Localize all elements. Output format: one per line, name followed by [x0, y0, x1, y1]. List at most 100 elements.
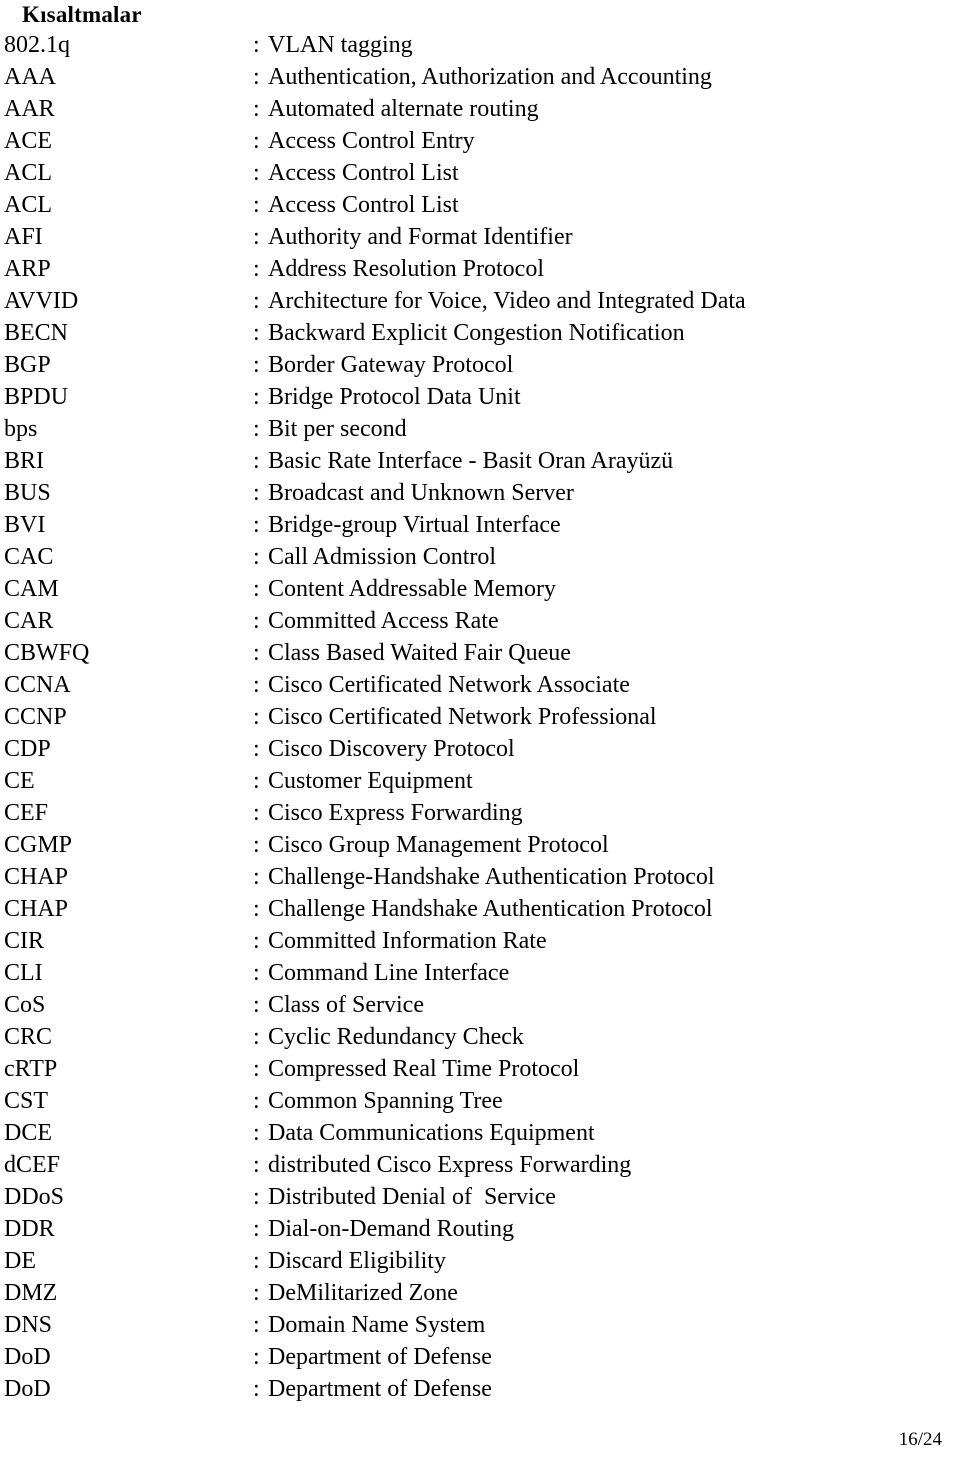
abbreviation-definition: Bridge Protocol Data Unit	[268, 384, 521, 410]
abbreviation-definition: Department of Defense	[268, 1344, 492, 1370]
abbreviation-row: DMZ: DeMilitarized Zone	[0, 1277, 960, 1309]
abbreviation-term: BRI	[4, 448, 45, 474]
abbreviation-definition: Cyclic Redundancy Check	[268, 1024, 524, 1050]
abbreviation-definition: Class of Service	[268, 992, 424, 1018]
abbreviation-term: ACL	[4, 192, 52, 218]
abbreviation-row: cRTP: Compressed Real Time Protocol	[0, 1053, 960, 1085]
abbreviation-term: CAR	[4, 608, 54, 634]
abbreviation-definition: Access Control List	[268, 192, 459, 218]
abbreviation-row: AAR: Automated alternate routing	[0, 93, 960, 125]
abbreviation-term: CAC	[4, 544, 54, 570]
abbreviation-definition: Distributed Denial of Service	[268, 1184, 556, 1210]
abbreviation-row: AVVID: Architecture for Voice, Video and …	[0, 285, 960, 317]
abbreviation-separator: :	[253, 224, 260, 250]
abbreviation-row: DE: Discard Eligibility	[0, 1245, 960, 1277]
abbreviation-row: CDP: Cisco Discovery Protocol	[0, 733, 960, 765]
abbreviation-definition: Automated alternate routing	[268, 96, 539, 122]
abbreviation-definition: Data Communications Equipment	[268, 1120, 595, 1146]
abbreviation-term: CST	[4, 1088, 49, 1114]
abbreviation-definition: Class Based Waited Fair Queue	[268, 640, 571, 666]
abbreviation-row: AFI: Authority and Format Identifier	[0, 221, 960, 253]
abbreviation-term: DE	[4, 1248, 36, 1274]
abbreviation-row: BGP: Border Gateway Protocol	[0, 349, 960, 381]
abbreviation-row: AAA: Authentication, Authorization and Ac…	[0, 61, 960, 93]
abbreviation-list: 802.1q: VLAN tagging AAA: Authentication, A…	[0, 29, 960, 1405]
abbreviation-row: CCNP: Cisco Certificated Network Professi…	[0, 701, 960, 733]
abbreviation-definition: Broadcast and Unknown Server	[268, 480, 574, 506]
abbreviation-term: CE	[4, 768, 35, 794]
abbreviation-row: DoD: Department of Defense	[0, 1341, 960, 1373]
abbreviation-separator: :	[253, 32, 260, 58]
abbreviation-term: BPDU	[4, 384, 69, 410]
abbreviation-separator: :	[253, 512, 260, 538]
abbreviation-row: CIR: Committed Information Rate	[0, 925, 960, 957]
abbreviation-separator: :	[253, 608, 260, 634]
abbreviation-definition: Content Addressable Memory	[268, 576, 556, 602]
abbreviation-term: CCNP	[4, 704, 67, 730]
abbreviation-definition: Domain Name System	[268, 1312, 486, 1338]
abbreviation-separator: :	[253, 992, 260, 1018]
abbreviation-separator: :	[253, 672, 260, 698]
abbreviation-definition: Common Spanning Tree	[268, 1088, 503, 1114]
abbreviation-row: 802.1q: VLAN tagging	[0, 29, 960, 61]
abbreviation-row: DDR: Dial-on-Demand Routing	[0, 1213, 960, 1245]
abbreviation-term: CGMP	[4, 832, 73, 858]
abbreviation-separator: :	[253, 320, 260, 346]
abbreviation-row: CST: Common Spanning Tree	[0, 1085, 960, 1117]
abbreviation-definition: Call Admission Control	[268, 544, 497, 570]
abbreviation-term: CIR	[4, 928, 45, 954]
abbreviation-term: ARP	[4, 256, 51, 282]
abbreviation-row: ACL: Access Control List	[0, 157, 960, 189]
abbreviation-definition: DeMilitarized Zone	[268, 1280, 458, 1306]
abbreviation-row: DDoS: Distributed Denial of Service	[0, 1181, 960, 1213]
abbreviation-row: ACE: Access Control Entry	[0, 125, 960, 157]
abbreviation-row: CoS: Class of Service	[0, 989, 960, 1021]
abbreviation-row: CRC: Cyclic Redundancy Check	[0, 1021, 960, 1053]
abbreviation-term: AAR	[4, 96, 55, 122]
abbreviation-term: AFI	[4, 224, 43, 250]
document-page: Kısaltmalar 802.1q: VLAN tagging AAA: Authe…	[0, 0, 960, 1469]
abbreviation-row: CGMP: Cisco Group Management Protocol	[0, 829, 960, 861]
abbreviation-term: CHAP	[4, 864, 69, 890]
abbreviation-definition: Command Line Interface	[268, 960, 510, 986]
abbreviation-definition: Bridge-group Virtual Interface	[268, 512, 561, 538]
abbreviation-separator: :	[253, 64, 260, 90]
abbreviation-definition: Challenge Handshake Authentication Proto…	[268, 896, 713, 922]
abbreviation-definition: Cisco Group Management Protocol	[268, 832, 609, 858]
abbreviation-term: 802.1q	[4, 32, 70, 58]
abbreviation-separator: :	[253, 928, 260, 954]
abbreviation-definition: Committed Access Rate	[268, 608, 499, 634]
abbreviation-separator: :	[253, 1120, 260, 1146]
abbreviation-term: AAA	[4, 64, 56, 90]
abbreviation-definition: Basic Rate Interface - Basit Oran Arayüz…	[268, 448, 674, 474]
abbreviation-separator: :	[253, 800, 260, 826]
abbreviation-row: bps: Bit per second	[0, 413, 960, 445]
abbreviation-definition: Committed Information Rate	[268, 928, 547, 954]
abbreviation-definition: Customer Equipment	[268, 768, 473, 794]
abbreviation-separator: :	[253, 1248, 260, 1274]
page-number-footer: 16/24	[898, 1429, 942, 1450]
abbreviation-separator: :	[253, 864, 260, 890]
abbreviation-definition: Authority and Format Identifier	[268, 224, 573, 250]
abbreviation-separator: :	[253, 1376, 260, 1402]
page-title: Kısaltmalar	[22, 2, 142, 27]
abbreviation-term: AVVID	[4, 288, 79, 314]
abbreviation-separator: :	[253, 640, 260, 666]
abbreviation-row: BRI: Basic Rate Interface - Basit Oran Ar…	[0, 445, 960, 477]
abbreviation-separator: :	[253, 736, 260, 762]
abbreviation-separator: :	[253, 1216, 260, 1242]
abbreviation-term: CHAP	[4, 896, 69, 922]
abbreviation-term: BUS	[4, 480, 51, 506]
abbreviation-separator: :	[253, 448, 260, 474]
abbreviation-row: ARP: Address Resolution Protocol	[0, 253, 960, 285]
abbreviation-separator: :	[253, 480, 260, 506]
abbreviation-definition: Architecture for Voice, Video and Integr…	[268, 288, 746, 314]
abbreviation-definition: Cisco Certificated Network Associate	[268, 672, 630, 698]
abbreviation-term: DMZ	[4, 1280, 58, 1306]
abbreviation-separator: :	[253, 1024, 260, 1050]
abbreviation-definition: Compressed Real Time Protocol	[268, 1056, 580, 1082]
abbreviation-term: dCEF	[4, 1152, 61, 1178]
abbreviation-term: CEF	[4, 800, 49, 826]
abbreviation-separator: :	[253, 96, 260, 122]
abbreviation-definition: Backward Explicit Congestion Notificatio…	[268, 320, 685, 346]
